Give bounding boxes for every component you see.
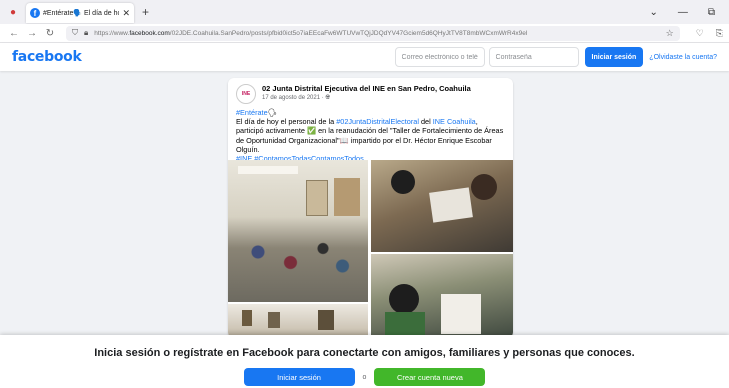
page-name[interactable]: 02 Junta Distrital Ejecutiva del INE en … bbox=[262, 84, 471, 93]
or-separator: o bbox=[362, 373, 367, 381]
frame-shape bbox=[268, 312, 280, 328]
page-mention-link[interactable]: INE Coahuila bbox=[433, 117, 476, 126]
post-photo[interactable] bbox=[371, 160, 513, 252]
forward-icon[interactable]: → bbox=[24, 28, 40, 39]
url-text[interactable]: https://www.facebook.com/02JDE.Coahuila.… bbox=[94, 30, 665, 37]
browser-menu-icon[interactable]: ● bbox=[0, 0, 26, 24]
hashtag-link[interactable]: #02JuntaDistritalElectoral bbox=[336, 117, 419, 126]
emoji-icon: ✅ bbox=[306, 126, 317, 136]
minimize-icon[interactable]: — bbox=[678, 7, 688, 18]
new-tab-icon[interactable]: + bbox=[142, 5, 149, 19]
facebook-header: facebook Iniciar sesión ¿Olvidaste la cu… bbox=[0, 43, 729, 71]
create-account-button[interactable]: Crear cuenta nueva bbox=[374, 368, 486, 386]
photo-grid bbox=[228, 160, 513, 338]
ceiling-light bbox=[238, 166, 298, 174]
chevron-down-icon[interactable]: ⌄ bbox=[649, 7, 657, 18]
banner-text: Inicia sesión o regístrate en Facebook p… bbox=[94, 347, 635, 359]
paper-shape bbox=[429, 187, 473, 223]
emoji-icon: 📖 bbox=[339, 135, 349, 145]
bookmark-star-icon[interactable]: ☆ bbox=[666, 28, 674, 39]
close-tab-icon[interactable]: ✕ bbox=[122, 8, 130, 19]
browser-tab[interactable]: f #Entérate🗣️ El día de hoy el p ✕ bbox=[26, 3, 134, 23]
post-meta: 17 de agosto de 2021 · 🌐︎ bbox=[262, 95, 331, 101]
post-body: #Entérate🗣︎ El día de hoy el personal de… bbox=[228, 108, 513, 163]
forgot-account-link[interactable]: ¿Olvidaste la cuenta? bbox=[649, 54, 717, 61]
person-shape bbox=[471, 174, 497, 200]
back-icon[interactable]: ← bbox=[6, 28, 22, 39]
person-shape bbox=[389, 284, 419, 314]
pocket-icon[interactable]: ♡ bbox=[696, 28, 704, 39]
extensions-icon[interactable]: ⎘ bbox=[716, 28, 723, 39]
address-bar[interactable]: ⛉ 🔒︎ https://www.facebook.com/02JDE.Coah… bbox=[66, 25, 680, 41]
password-field[interactable] bbox=[488, 47, 579, 67]
post-card: INE 02 Junta Distrital Ejecutiva del INE… bbox=[228, 78, 513, 338]
banner-login-button[interactable]: Iniciar sesión bbox=[243, 368, 355, 386]
facebook-logo[interactable]: facebook bbox=[12, 49, 82, 65]
post-photo[interactable] bbox=[228, 304, 368, 338]
person-shape bbox=[441, 294, 481, 334]
email-field[interactable] bbox=[394, 47, 485, 67]
speaking-head-icon: 🗣︎ bbox=[267, 108, 277, 117]
facebook-favicon-icon: f bbox=[30, 8, 40, 18]
post-date[interactable]: 17 de agosto de 2021 bbox=[262, 95, 320, 101]
page-avatar[interactable]: INE bbox=[236, 84, 256, 104]
restore-icon[interactable]: ⧉ bbox=[708, 7, 715, 18]
header-login-form: Iniciar sesión ¿Olvidaste la cuenta? bbox=[394, 47, 717, 67]
browser-tab-bar: ● f #Entérate🗣️ El día de hoy el p ✕ + ⌄… bbox=[0, 0, 729, 24]
frame-shape bbox=[242, 310, 252, 326]
banner-buttons: Iniciar sesión o Crear cuenta nueva bbox=[0, 368, 729, 386]
lock-icon[interactable]: 🔒︎ bbox=[84, 28, 88, 38]
tab-title: #Entérate🗣️ El día de hoy el p bbox=[43, 10, 119, 17]
post-photo[interactable] bbox=[371, 254, 513, 338]
globe-icon: 🌐︎ bbox=[325, 95, 331, 101]
reload-icon[interactable]: ↻ bbox=[42, 28, 58, 39]
window-shape bbox=[306, 180, 328, 216]
window-controls: ⌄ — ⧉ bbox=[649, 7, 729, 18]
post-text-segment: del bbox=[418, 117, 433, 127]
hashtag-link[interactable]: #Entérate bbox=[236, 108, 268, 117]
attendees-shape bbox=[232, 224, 362, 294]
header-login-button[interactable]: Iniciar sesión bbox=[584, 47, 644, 67]
post-photo[interactable] bbox=[228, 160, 368, 302]
post-text-segment: El día de hoy el personal de la bbox=[236, 117, 337, 127]
shield-icon[interactable]: ⛉ bbox=[72, 28, 78, 38]
person-shape bbox=[391, 170, 415, 194]
post-header: INE 02 Junta Distrital Ejecutiva del INE… bbox=[228, 78, 513, 108]
frame-shape bbox=[318, 310, 334, 330]
door-shape bbox=[334, 178, 360, 216]
browser-nav-bar: ← → ↻ ⛉ 🔒︎ https://www.facebook.com/02JD… bbox=[0, 24, 729, 43]
login-banner: Inicia sesión o regístrate en Facebook p… bbox=[0, 335, 729, 388]
